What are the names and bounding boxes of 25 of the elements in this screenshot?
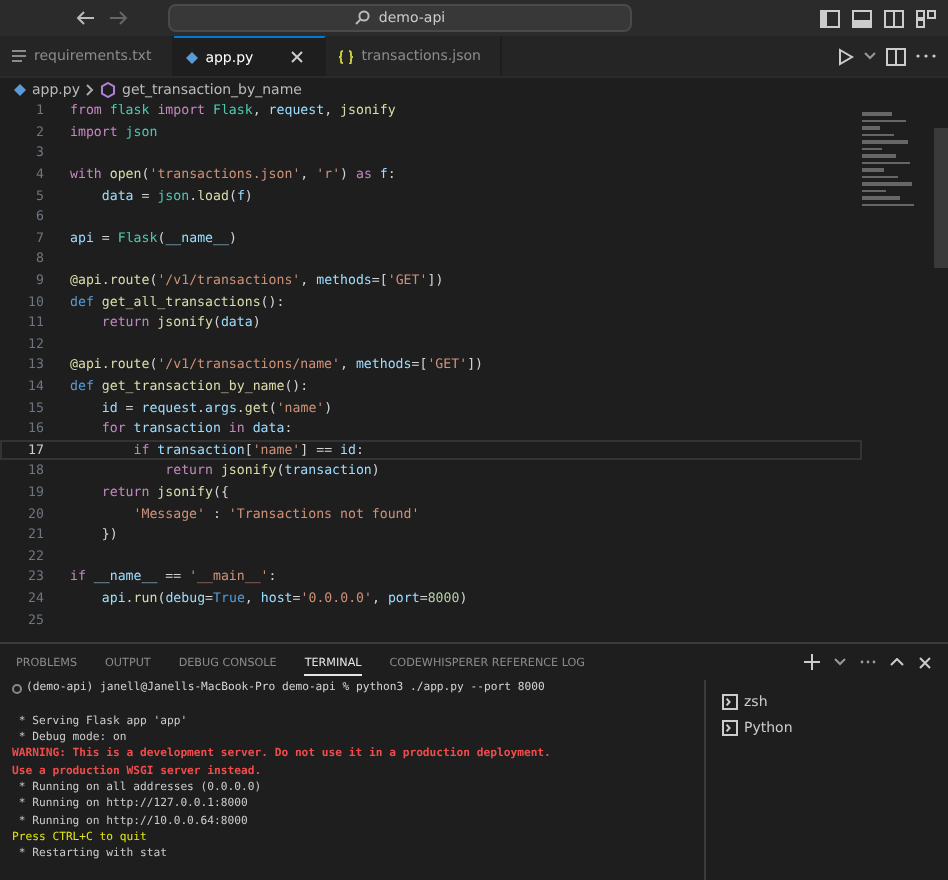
chevron-up-icon[interactable] — [890, 658, 904, 666]
prompt-marker-icon — [12, 683, 22, 694]
diamond-icon — [185, 51, 198, 63]
search-icon — [354, 10, 371, 26]
function-icon — [100, 81, 116, 97]
sidebar-toggle-icon[interactable] — [820, 9, 840, 27]
text-file-icon — [12, 50, 26, 62]
braces-icon — [337, 49, 354, 63]
chevron-down-icon[interactable] — [834, 658, 846, 666]
split-editor-icon[interactable] — [886, 47, 906, 65]
terminal-icon — [722, 693, 738, 709]
diamond-icon — [14, 83, 26, 95]
chevron-right-icon — [86, 83, 94, 95]
terminal-icon — [722, 719, 738, 735]
forward-icon[interactable] — [108, 10, 128, 26]
run-icon[interactable] — [838, 47, 854, 65]
panel-toggle-icon[interactable] — [852, 9, 872, 27]
scrollbar[interactable] — [934, 128, 948, 268]
customize-layout-icon[interactable] — [916, 9, 936, 27]
back-icon[interactable] — [76, 10, 96, 26]
close-icon[interactable] — [918, 655, 932, 669]
chevron-down-icon[interactable] — [864, 52, 876, 60]
close-icon[interactable] — [289, 50, 304, 64]
split-layout-icon[interactable] — [884, 9, 904, 27]
plus-icon[interactable] — [804, 654, 820, 670]
